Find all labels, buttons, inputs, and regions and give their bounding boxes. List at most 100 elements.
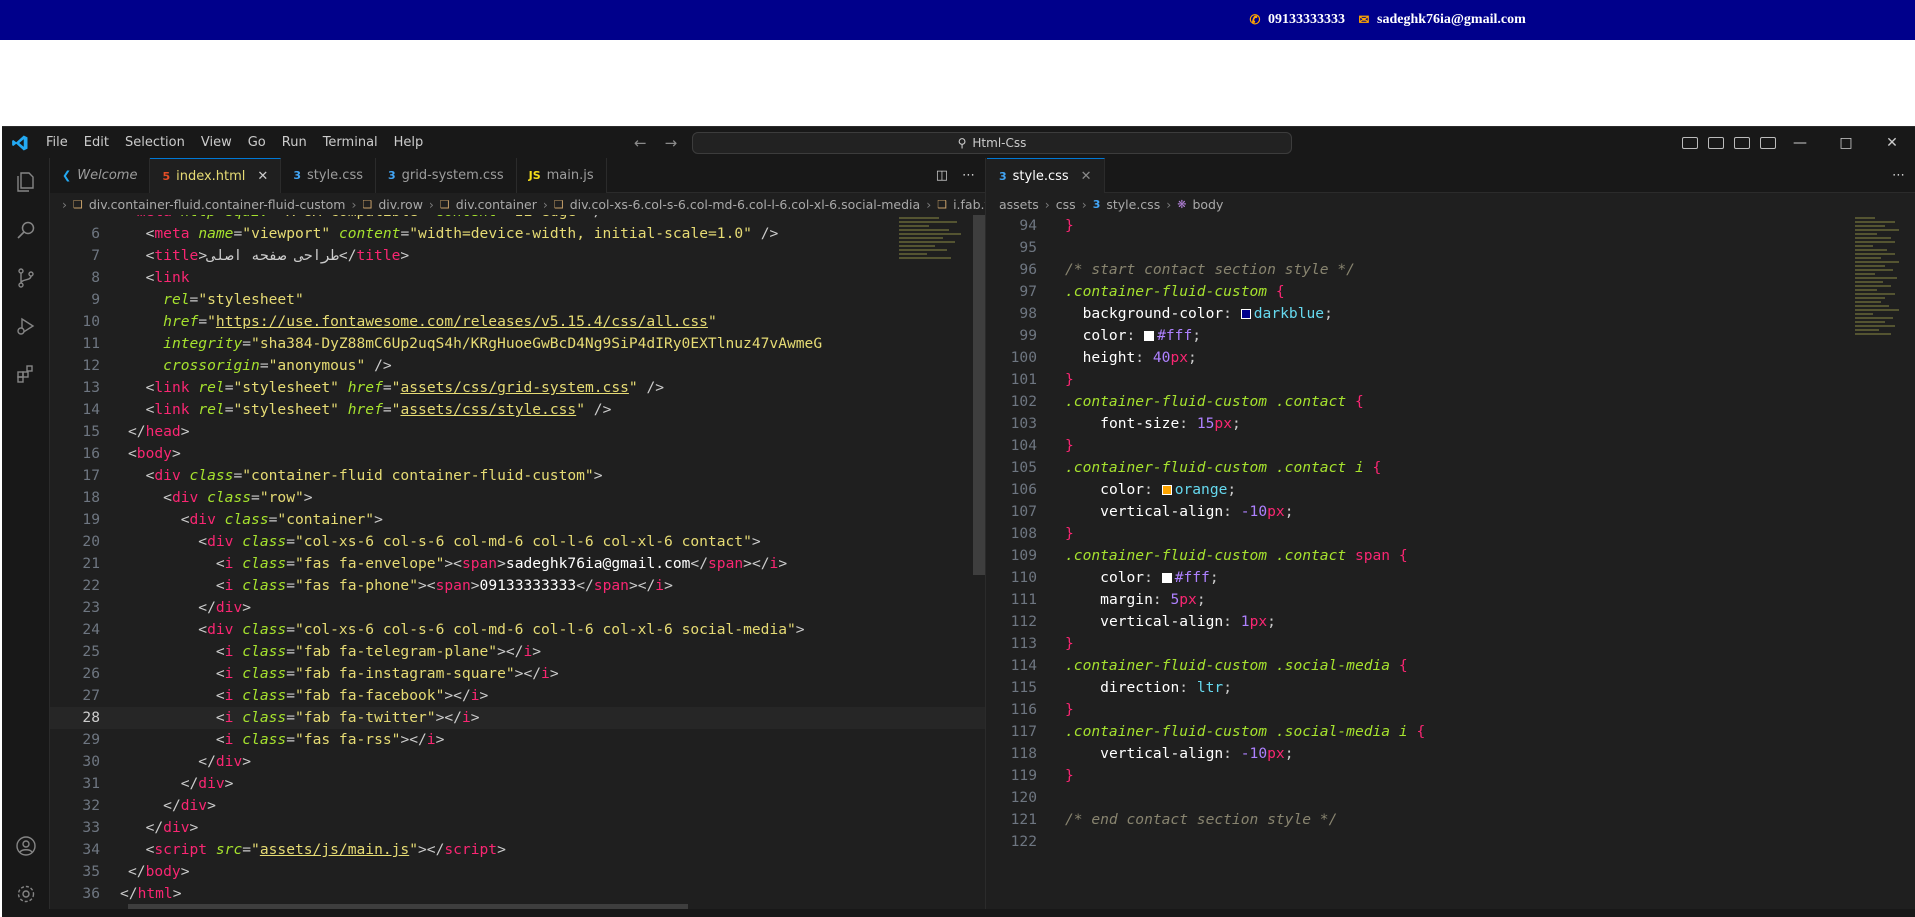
element-icon: ❑ [937, 197, 948, 211]
minimize-icon[interactable]: — [1777, 127, 1823, 158]
menu-edit[interactable]: Edit [76, 127, 117, 158]
menu-go[interactable]: Go [240, 127, 274, 158]
minimap-right[interactable] [1851, 215, 1911, 455]
code-line: 94} [1019, 217, 1074, 234]
tab-main-js[interactable]: JS main.js [516, 158, 607, 193]
accounts-icon[interactable] [2, 822, 50, 870]
tab-label: grid-system.css [401, 168, 504, 183]
breadcrumb-item[interactable]: body [1192, 197, 1223, 212]
code-line: 10 href="https://use.fontawesome.com/rel… [82, 313, 717, 330]
code-line: 118 vertical-align: -10px; [1010, 745, 1294, 762]
css3-icon: 3 [1092, 197, 1101, 211]
tab-index-html[interactable]: 5 index.html ✕ [150, 158, 282, 193]
code-line: 117 .container-fluid-custom .social-media… [1010, 723, 1426, 740]
extensions-icon[interactable] [2, 350, 50, 398]
code-line: 95 [1019, 239, 1037, 256]
phone-icon: ✆ [1249, 12, 1261, 27]
more-actions-icon[interactable]: ⋯ [962, 168, 975, 183]
back-arrow-icon[interactable]: ← [634, 134, 647, 152]
vertical-scrollbar[interactable] [973, 215, 985, 575]
envelope-icon: ✉ [1358, 12, 1370, 27]
code-line: 102 .container-fluid-custom .contact { [1010, 393, 1364, 410]
code-editor-html[interactable]: <meta http-equiv="X-UA-Compatible" conte… [50, 215, 985, 917]
breadcrumb-item[interactable]: css [1056, 197, 1076, 212]
tab-bar-right: 3 style.css ✕ ⋯ [987, 158, 1915, 193]
menu-file[interactable]: File [38, 127, 76, 158]
breadcrumb-item[interactable]: div.container [456, 197, 537, 212]
editor-group-left: ❮ Welcome 5 index.html ✕ 3 style.css 3 g… [50, 158, 986, 917]
breadcrumb-item[interactable]: style.css [1106, 197, 1160, 212]
code-line: 16 <body> [82, 445, 181, 462]
element-icon: ❑ [439, 197, 450, 211]
code-line: 13 <link rel="stylesheet" href="assets/c… [82, 379, 665, 396]
customize-layout-icon[interactable] [1760, 136, 1776, 149]
code-line: 100 height: 40px; [1010, 349, 1197, 366]
minimap-left[interactable] [895, 215, 971, 295]
code-line: 97 .container-fluid-custom { [1019, 283, 1285, 300]
source-control-icon[interactable] [2, 254, 50, 302]
run-debug-icon[interactable] [2, 302, 50, 350]
code-line: 119} [1010, 767, 1074, 784]
code-line: 9 rel="stylesheet" [91, 291, 304, 308]
code-line: 98 background-color: darkblue; [1019, 305, 1333, 322]
code-line: 24 <div class="col-xs-6 col-s-6 col-md-6… [82, 621, 805, 638]
breadcrumb-item[interactable]: div.container-fluid.container-fluid-cust… [89, 197, 346, 212]
code-line: 22 <i class="fas fa-phone"><span>0913333… [82, 577, 673, 594]
code-editor-css[interactable]: 94} 95 96/* start contact section style … [987, 215, 1915, 917]
tab-welcome[interactable]: ❮ Welcome [50, 158, 151, 193]
code-line: 120 [1010, 789, 1037, 806]
code-line: 96/* start contact section style */ [1019, 261, 1355, 278]
editor-group-right: 3 style.css ✕ ⋯ assets › css › 3 style.c… [987, 158, 1915, 917]
explorer-icon[interactable] [2, 158, 50, 206]
tab-label: style.css [1012, 168, 1069, 184]
code-line: 36 </html> [82, 885, 182, 902]
tab-grid-system-css[interactable]: 3 grid-system.css [375, 158, 517, 193]
layout-controls [1682, 127, 1776, 158]
command-center[interactable]: ⚲ Html-Css [692, 132, 1292, 154]
code-line: 122 [1010, 833, 1037, 850]
toggle-primary-sidebar-icon[interactable] [1682, 136, 1698, 149]
code-line: 115 direction: ltr; [1010, 679, 1232, 696]
website-email: sadeghk76ia@gmail.com [1377, 12, 1526, 27]
code-line: 113} [1010, 635, 1074, 652]
tab-style-css[interactable]: 3 style.css [281, 158, 376, 193]
split-editor-icon[interactable]: ◫ [936, 168, 948, 183]
maximize-icon[interactable]: □ [1823, 127, 1869, 158]
menu-selection[interactable]: Selection [117, 127, 193, 158]
more-actions-icon[interactable]: ⋯ [1892, 168, 1905, 183]
tab-style-css-right[interactable]: 3 style.css ✕ [987, 158, 1105, 193]
website-contact: ✆ 09133333333 ✉ sadeghk76ia@gmail.com [1248, 10, 1526, 30]
menu-help[interactable]: Help [386, 127, 432, 158]
element-icon: ❑ [362, 197, 373, 211]
breadcrumb-item[interactable]: div.col-xs-6.col-s-6.col-md-6.col-l-6.co… [570, 197, 920, 212]
symbol-icon: ❋ [1177, 197, 1187, 211]
close-tab-icon[interactable]: ✕ [257, 169, 268, 184]
tab-bar-left: ❮ Welcome 5 index.html ✕ 3 style.css 3 g… [50, 158, 985, 193]
menu-run[interactable]: Run [274, 127, 315, 158]
js-icon: JS [528, 169, 541, 182]
activity-bar [2, 158, 50, 917]
code-line: 21 <i class="fas fa-envelope"><span>sade… [82, 555, 788, 572]
code-line: 101} [1010, 371, 1074, 388]
website-phone: 09133333333 [1268, 12, 1345, 27]
code-line: 105 .container-fluid-custom .contact i { [1010, 459, 1382, 476]
code-line: 107 vertical-align: -10px; [1010, 503, 1294, 520]
search-view-icon[interactable] [2, 206, 50, 254]
toggle-secondary-sidebar-icon[interactable] [1734, 136, 1750, 149]
menu-view[interactable]: View [193, 127, 240, 158]
breadcrumb-item[interactable]: i.fab.fa-twitter [953, 197, 985, 212]
breadcrumb-item[interactable]: div.row [378, 197, 423, 212]
menu-terminal[interactable]: Terminal [315, 127, 386, 158]
code-line: 104} [1010, 437, 1074, 454]
toggle-panel-icon[interactable] [1708, 136, 1724, 149]
breadcrumb-item[interactable]: assets [999, 197, 1039, 212]
code-line: 8 <link [91, 269, 190, 286]
code-line: 17 <div class="container-fluid container… [82, 467, 603, 484]
code-line: 32 </div> [82, 797, 216, 814]
code-line: 14 <link rel="stylesheet" href="assets/c… [82, 401, 612, 418]
code-line: 103 font-size: 15px; [1010, 415, 1241, 432]
forward-arrow-icon[interactable]: → [665, 134, 678, 152]
close-tab-icon[interactable]: ✕ [1081, 169, 1092, 184]
close-window-icon[interactable]: ✕ [1869, 127, 1915, 158]
code-line: 15 </head> [82, 423, 190, 440]
